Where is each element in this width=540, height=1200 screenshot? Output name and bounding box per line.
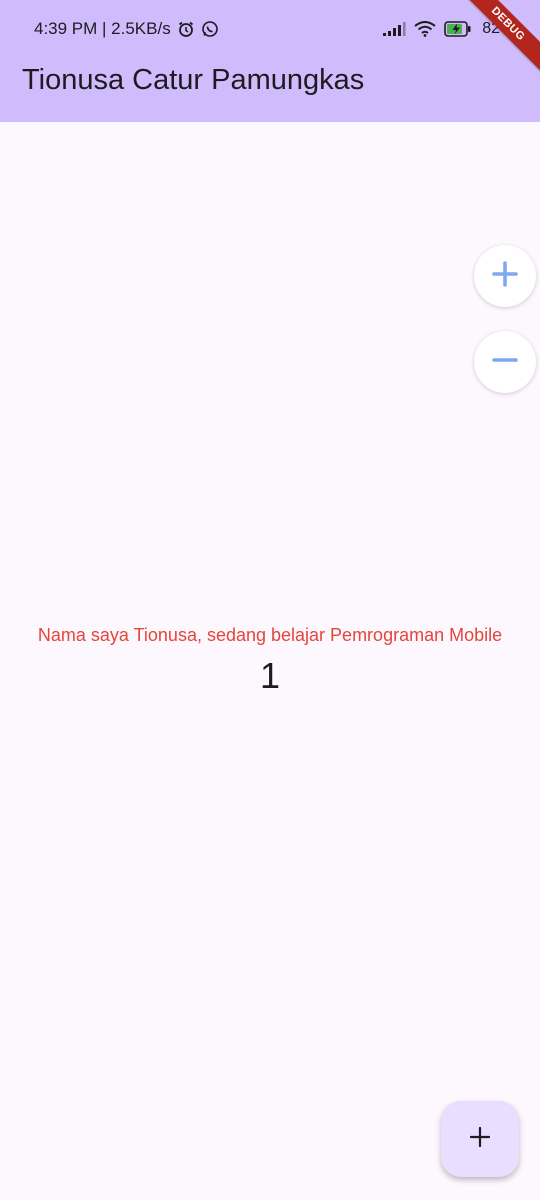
status-bar: 4:39 PM | 2.5KB/s 82 [0, 0, 540, 60]
zoom-in-button[interactable] [474, 245, 536, 307]
plus-icon [469, 1126, 491, 1153]
increment-fab[interactable] [441, 1101, 519, 1177]
counter-value: 1 [259, 655, 281, 696]
page-title: Tionusa Catur Pamungkas [22, 64, 365, 96]
status-time-speed: 4:39 PM | 2.5KB/s [34, 19, 171, 38]
app-bar: 4:39 PM | 2.5KB/s 82 Tionusa Catur Pamun… [0, 0, 540, 122]
alarm-icon [177, 20, 195, 38]
wifi-icon [414, 21, 436, 37]
whatsapp-icon [201, 20, 219, 38]
zoom-out-button[interactable] [474, 331, 536, 393]
signal-icon [382, 22, 406, 36]
status-left: 4:39 PM | 2.5KB/s [34, 19, 219, 39]
status-right: 82 [382, 20, 500, 38]
battery-charging-icon [444, 21, 472, 37]
intro-message: Nama saya Tionusa, sedang belajar Pemrog… [37, 625, 503, 645]
minus-icon [491, 346, 519, 379]
plus-icon [491, 260, 519, 293]
